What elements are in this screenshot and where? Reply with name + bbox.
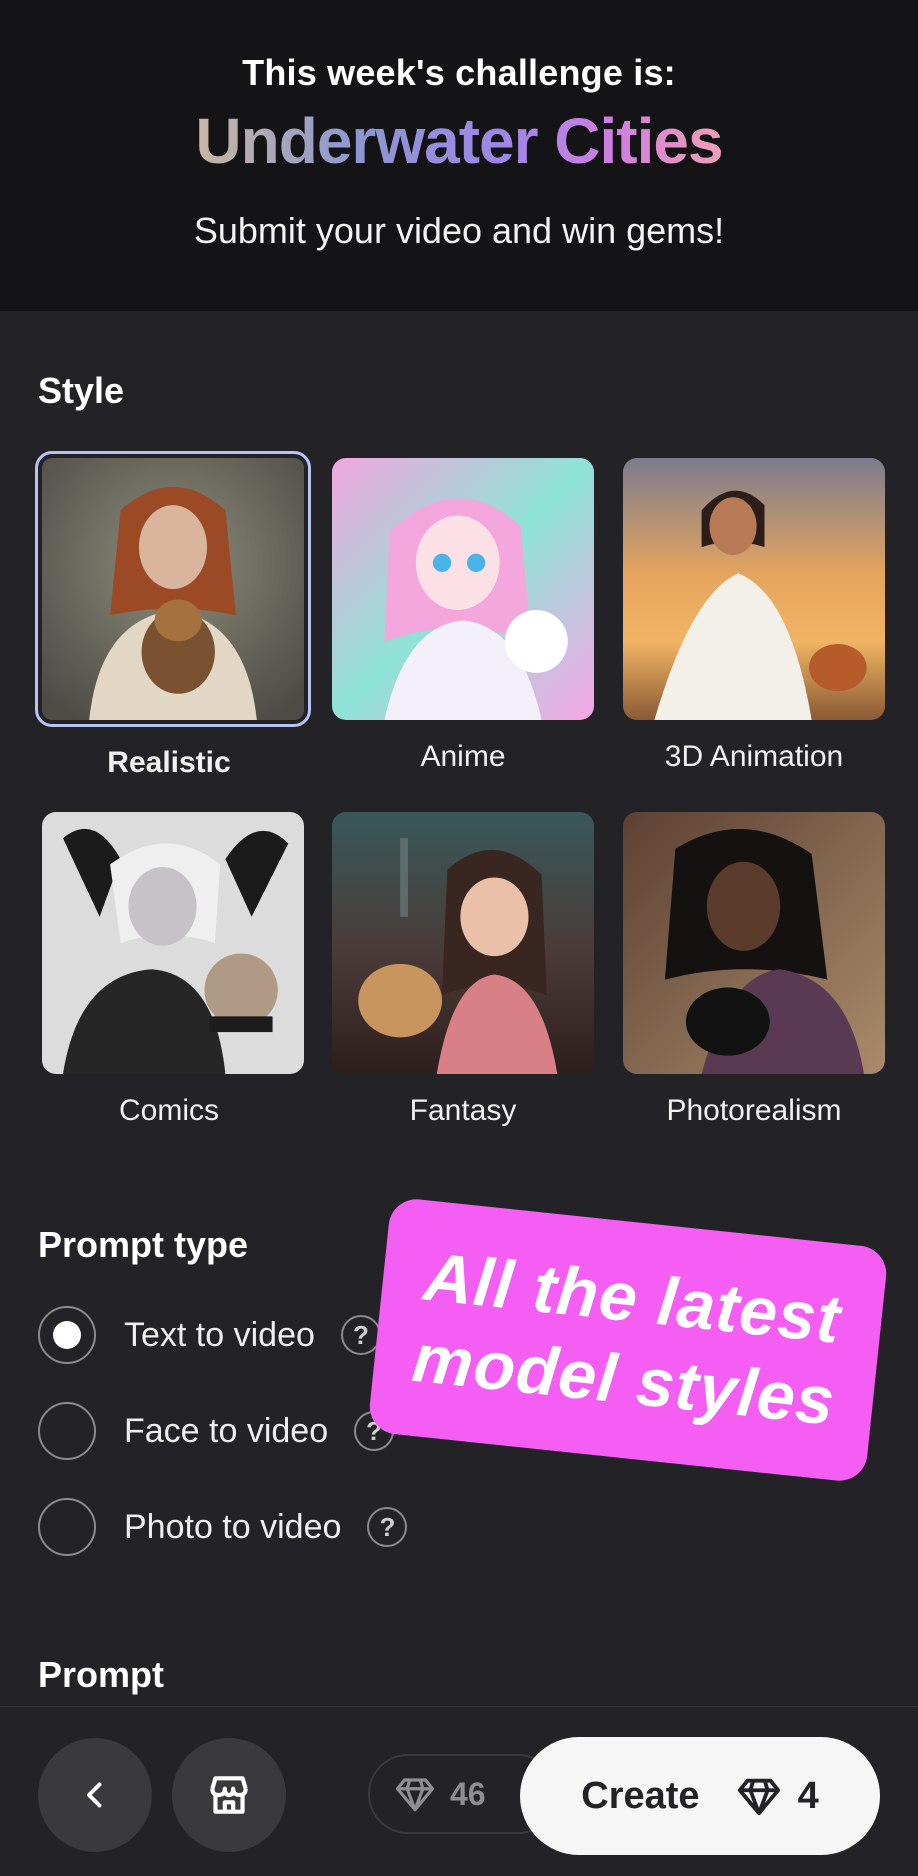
radio-button[interactable] — [38, 1402, 96, 1460]
style-section-title: Style — [38, 370, 125, 411]
promo-sticker: All the latest model styles — [367, 1196, 889, 1484]
challenge-kicker: This week's challenge is: — [242, 52, 676, 93]
prompt-section-title: Prompt — [38, 1654, 164, 1695]
style-label-anime: Anime — [420, 740, 506, 773]
challenge-title: Underwater Cities — [195, 105, 723, 177]
prompt-type-option-photo-to-video[interactable]: Photo to video ? — [38, 1498, 408, 1556]
challenge-subtitle: Submit your video and win gems! — [193, 210, 725, 251]
create-cost: 4 — [797, 1774, 819, 1817]
anime-style-thumbnail — [332, 458, 594, 720]
radio-button-checked[interactable] — [38, 1306, 96, 1364]
storefront-icon — [210, 1776, 248, 1814]
chevron-left-icon — [87, 1782, 102, 1808]
style-label-photorealism: Photorealism — [666, 1094, 842, 1127]
prompt-type-label: Text to video — [124, 1315, 315, 1354]
create-button-label: Create — [581, 1774, 700, 1817]
photorealism-style-thumbnail — [623, 812, 885, 1074]
style-option-anime[interactable] — [332, 458, 594, 720]
fantasy-style-thumbnail — [332, 812, 594, 1074]
challenge-banner[interactable]: This week's challenge is: Underwater Cit… — [0, 0, 918, 311]
prompt-type-option-face-to-video[interactable]: Face to video ? — [38, 1402, 395, 1460]
style-label-realistic: Realistic — [107, 746, 231, 779]
store-button[interactable] — [172, 1738, 286, 1852]
style-option-3d-animation[interactable] — [623, 458, 885, 720]
comics-style-thumbnail — [42, 812, 304, 1074]
style-label-comics: Comics — [118, 1094, 219, 1127]
style-option-realistic[interactable] — [35, 451, 311, 727]
prompt-type-option-text-to-video[interactable]: Text to video ? — [38, 1306, 381, 1364]
style-option-comics[interactable] — [42, 812, 304, 1074]
realistic-style-thumbnail — [42, 458, 304, 720]
gem-icon — [395, 1778, 435, 1812]
gem-balance-count: 46 — [450, 1775, 486, 1812]
prompt-type-label: Face to video — [124, 1411, 329, 1450]
gem-icon — [737, 1778, 780, 1816]
style-option-fantasy[interactable] — [332, 812, 594, 1074]
radio-button[interactable] — [38, 1498, 96, 1556]
style-label-fantasy: Fantasy — [409, 1094, 517, 1127]
back-button[interactable] — [38, 1738, 152, 1852]
prompt-type-label: Photo to video — [124, 1507, 342, 1546]
create-button[interactable]: Create 4 — [520, 1737, 880, 1855]
help-icon[interactable]: ? — [367, 1507, 408, 1547]
3d-animation-style-thumbnail — [623, 458, 885, 720]
style-option-photorealism[interactable] — [623, 812, 885, 1074]
prompt-type-section-title: Prompt type — [38, 1224, 249, 1265]
style-label-3d-animation: 3D Animation — [664, 740, 844, 773]
